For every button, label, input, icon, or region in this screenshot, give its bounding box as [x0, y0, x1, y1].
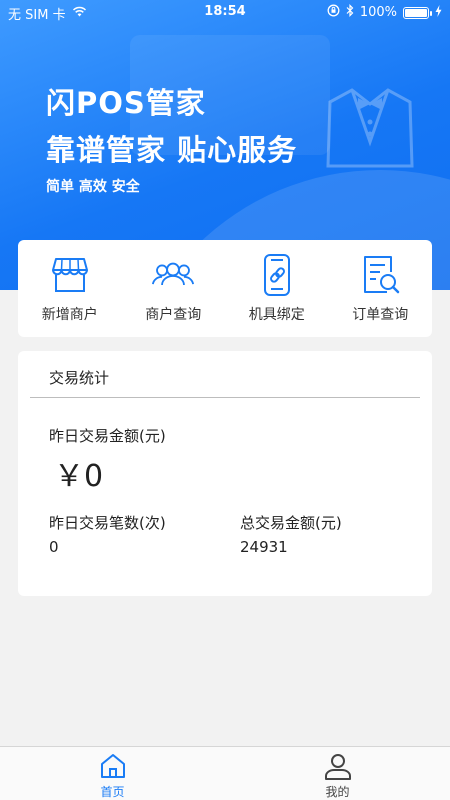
- bluetooth-icon: [346, 4, 354, 21]
- total-amount-label: 总交易金额(元): [240, 514, 342, 532]
- suit-illustration-icon: [322, 82, 418, 172]
- bottom-tab-bar: 首页 我的: [0, 746, 450, 800]
- quick-actions-panel: 新增商户 商户查询 机具绑定 订单查询: [18, 240, 432, 337]
- device-link-icon: [256, 253, 298, 296]
- quick-action-merchant-query[interactable]: 商户查询: [128, 254, 218, 324]
- yesterday-amount-label: 昨日交易金额(元): [49, 427, 166, 445]
- document-search-icon: [359, 254, 401, 296]
- tab-home-label: 首页: [100, 785, 125, 799]
- yesterday-count-label: 昨日交易笔数(次): [49, 514, 166, 532]
- yesterday-amount-value: ￥0: [54, 459, 104, 494]
- stats-title: 交易统计: [49, 369, 110, 387]
- charging-icon: [435, 4, 442, 21]
- quick-action-label: 商户查询: [145, 306, 202, 323]
- quick-action-label: 新增商户: [41, 306, 98, 323]
- status-bar: 无 SIM 卡 18:54 100%: [0, 0, 450, 24]
- hero-slogan: 靠谱管家 贴心服务: [46, 133, 298, 167]
- users-icon: [152, 254, 195, 296]
- hero-tags: 简单 高效 安全: [46, 179, 140, 195]
- stats-divider: [30, 397, 420, 398]
- quick-action-label: 订单查询: [352, 306, 409, 323]
- quick-action-order-query[interactable]: 订单查询: [335, 254, 425, 324]
- tab-home[interactable]: 首页: [0, 747, 225, 800]
- home-icon: [98, 752, 128, 780]
- yesterday-count-value: 0: [49, 538, 59, 556]
- battery-icon: [403, 6, 432, 19]
- tab-mine-label: 我的: [325, 785, 350, 799]
- quick-action-device-bind[interactable]: 机具绑定: [232, 253, 322, 324]
- quick-action-label: 机具绑定: [248, 306, 305, 323]
- hero-title: 闪POS管家: [46, 86, 206, 120]
- orientation-lock-icon: [327, 4, 340, 21]
- battery-percent: 100%: [359, 5, 397, 20]
- total-amount-value: 24931: [240, 538, 288, 556]
- storefront-icon: [49, 254, 91, 296]
- user-icon: [323, 752, 353, 780]
- quick-action-add-merchant[interactable]: 新增商户: [25, 254, 115, 324]
- transaction-stats-card: 交易统计 昨日交易金额(元) ￥0 昨日交易笔数(次) 0 总交易金额(元) 2…: [18, 351, 432, 596]
- tab-mine[interactable]: 我的: [225, 747, 450, 800]
